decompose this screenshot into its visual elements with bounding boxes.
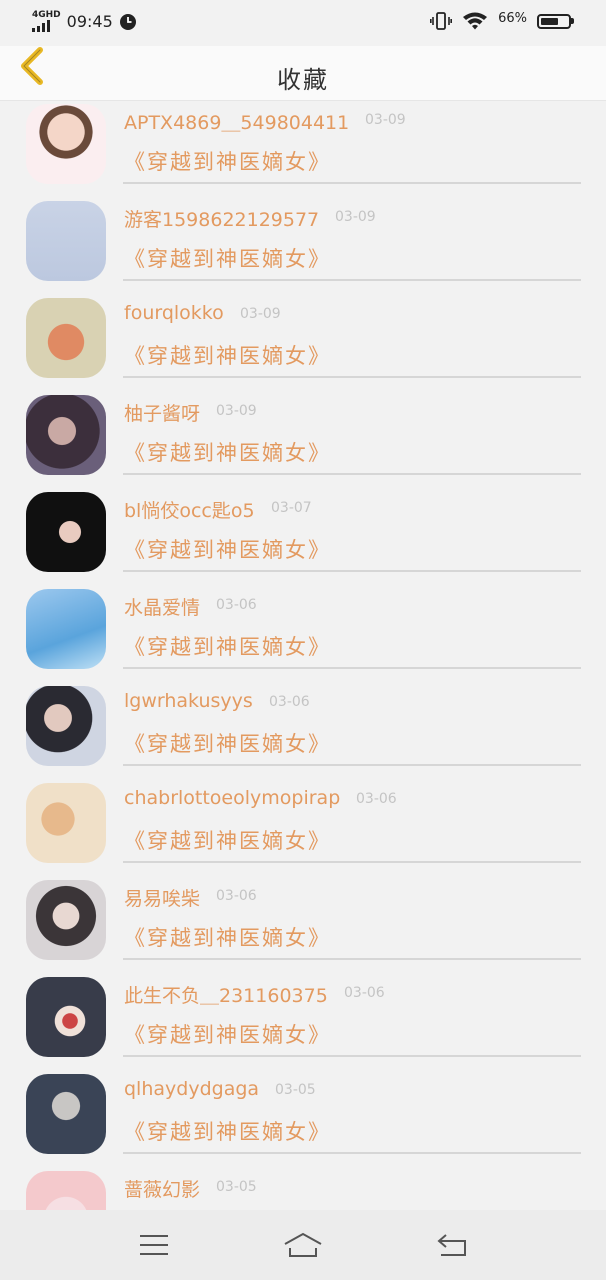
home-button[interactable] [273,1220,333,1270]
favorite-date: 03-06 [216,597,257,613]
vibrate-icon [430,12,453,30]
divider [123,570,581,572]
home-icon [284,1232,322,1257]
page-title: 收藏 [277,66,329,94]
username: 水晶爱情 [124,597,201,619]
status-bar: 4GHD 09:45 66% [0,0,606,46]
username: APTX4869＿549804411 [124,112,350,134]
favorite-date: 03-09 [365,112,406,128]
avatar[interactable] [26,1171,106,1210]
list-item[interactable]: chabrlottoeolymopirap 03-06 《穿越到神医嫡女》 [0,779,606,876]
book-title[interactable]: 《穿越到神医嫡女》 [124,825,331,855]
list-item[interactable]: lgwrhakusyys 03-06 《穿越到神医嫡女》 [0,682,606,779]
avatar[interactable] [26,977,106,1057]
cellular-signal-icon: 4GHD [32,11,61,32]
username: 柚子酱呀 [124,403,201,425]
network-type: 4GHD [32,10,61,20]
favorite-date: 03-09 [240,306,281,322]
list-item[interactable]: qlhaydydgaga 03-05 《穿越到神医嫡女》 [0,1070,606,1167]
favorite-date: 03-09 [335,209,376,225]
book-title[interactable]: 《穿越到神医嫡女》 [124,340,331,370]
favorite-date: 03-07 [271,500,312,516]
list-item[interactable]: 蔷薇幻影 03-05 [0,1167,606,1210]
avatar[interactable] [26,492,106,572]
menu-button[interactable] [124,1220,184,1270]
system-nav-bar [0,1210,606,1280]
back-nav-button[interactable] [422,1220,482,1270]
favorite-date: 03-05 [216,1179,257,1195]
book-title[interactable]: 《穿越到神医嫡女》 [124,728,331,758]
menu-icon [140,1235,169,1255]
book-title[interactable]: 《穿越到神医嫡女》 [124,631,331,661]
status-time: 09:45 [66,12,113,31]
favorites-list[interactable]: APTX4869＿549804411 03-09 《穿越到神医嫡女》 游客159862… [0,100,606,1210]
divider [123,861,581,863]
avatar[interactable] [26,395,106,475]
list-item[interactable]: 柚子酱呀 03-09 《穿越到神医嫡女》 [0,391,606,488]
avatar[interactable] [26,686,106,766]
username: qlhaydydgaga [124,1078,260,1100]
list-item[interactable]: 此生不负＿231160375 03-06 《穿越到神医嫡女》 [0,973,606,1070]
list-item[interactable]: fourqlokko 03-09 《穿越到神医嫡女》 [0,294,606,391]
list-item[interactable]: APTX4869＿549804411 03-09 《穿越到神医嫡女》 [0,100,606,197]
avatar[interactable] [26,783,106,863]
avatar[interactable] [26,1074,106,1154]
alarm-icon [119,13,136,30]
username: 蔷薇幻影 [124,1179,201,1201]
username: chabrlottoeolymopirap [124,787,341,809]
divider [123,279,581,281]
list-item[interactable]: 游客1598622129577 03-09 《穿越到神医嫡女》 [0,197,606,294]
book-title[interactable]: 《穿越到神医嫡女》 [124,1019,331,1049]
favorite-date: 03-06 [216,888,257,904]
favorite-date: 03-06 [344,985,385,1001]
favorite-date: 03-09 [216,403,257,419]
wifi-icon [463,12,488,30]
avatar[interactable] [26,104,106,184]
back-arrow-icon [437,1234,466,1256]
divider [123,473,581,475]
username: lgwrhakusyys [124,690,253,712]
divider [123,376,581,378]
list-item[interactable]: bl惝佼occ匙o5 03-07 《穿越到神医嫡女》 [0,488,606,585]
list-item[interactable]: 水晶爱情 03-06 《穿越到神医嫡女》 [0,585,606,682]
divider [123,182,581,184]
header: 收藏 [0,46,606,101]
divider [123,1055,581,1057]
favorite-date: 03-06 [269,694,310,710]
book-title[interactable]: 《穿越到神医嫡女》 [124,1116,331,1146]
username: bl惝佼occ匙o5 [124,500,255,522]
username: 易易唉柴 [124,888,201,910]
list-item[interactable]: 易易唉柴 03-06 《穿越到神医嫡女》 [0,876,606,973]
username: 此生不负＿231160375 [124,985,328,1007]
book-title[interactable]: 《穿越到神医嫡女》 [124,437,331,467]
username: 游客1598622129577 [124,209,320,231]
avatar[interactable] [26,880,106,960]
avatar[interactable] [26,298,106,378]
book-title[interactable]: 《穿越到神医嫡女》 [124,243,331,273]
avatar[interactable] [26,201,106,281]
book-title[interactable]: 《穿越到神医嫡女》 [124,534,331,564]
divider [123,958,581,960]
battery-icon [537,13,574,29]
username: fourqlokko [124,302,224,324]
favorite-date: 03-06 [356,791,397,807]
divider [123,1152,581,1154]
avatar[interactable] [26,589,106,669]
divider [123,764,581,766]
battery-percent: 66% [498,10,527,26]
favorite-date: 03-05 [275,1082,316,1098]
book-title[interactable]: 《穿越到神医嫡女》 [124,146,331,176]
book-title[interactable]: 《穿越到神医嫡女》 [124,922,331,952]
divider [123,667,581,669]
